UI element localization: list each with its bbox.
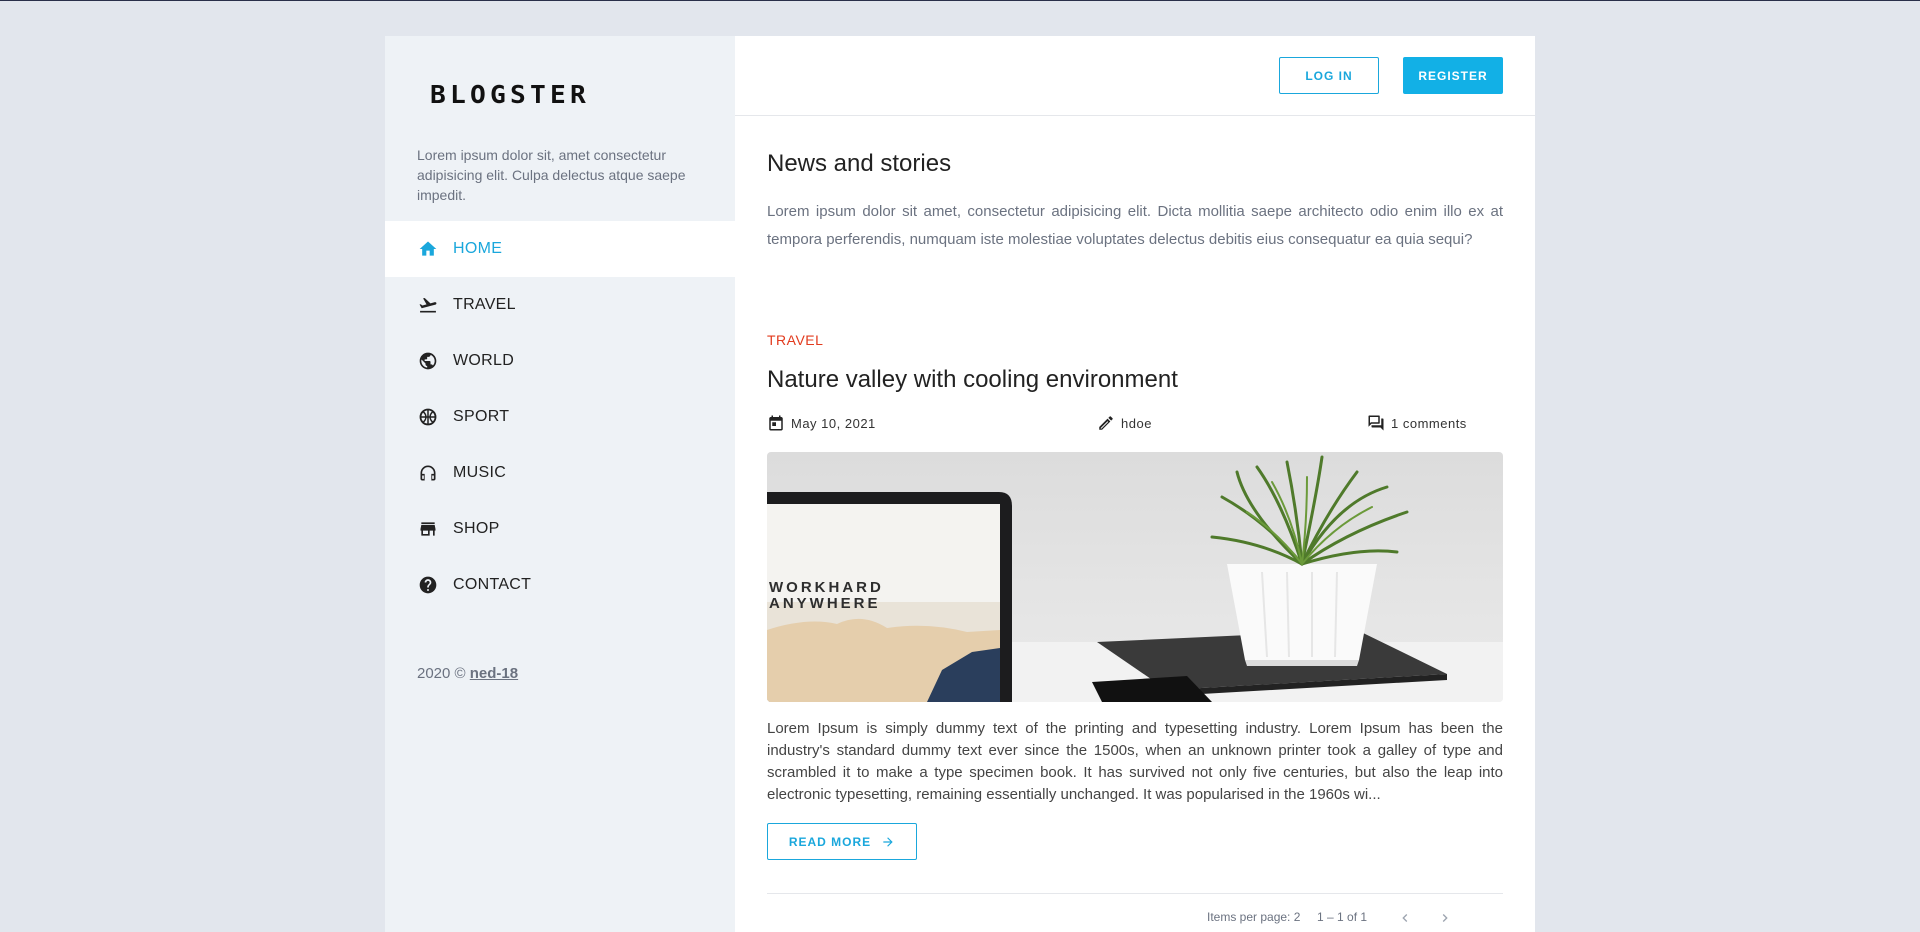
paginator: Items per page: 2 1 – 1 of 1 xyxy=(735,908,1535,928)
previous-page-button[interactable] xyxy=(1395,908,1415,928)
page-title: News and stories xyxy=(767,150,952,177)
headphones-icon xyxy=(417,462,439,484)
sidebar-item-label: MUSIC xyxy=(453,464,507,481)
sidebar-item-label: WORLD xyxy=(453,352,515,369)
image-text-line2: ANYWHERE xyxy=(769,595,881,612)
post-comments: 1 comments xyxy=(1367,412,1467,434)
post-title[interactable]: Nature valley with cooling environment xyxy=(767,366,1178,394)
calendar-icon xyxy=(769,415,783,431)
post-date-text: May 10, 2021 xyxy=(791,415,876,431)
items-per-page[interactable]: Items per page: 2 xyxy=(1207,910,1300,924)
sidebar-item-home[interactable]: HOME xyxy=(385,221,735,277)
sidebar-item-label: SHOP xyxy=(453,520,500,537)
sidebar-item-label: SPORT xyxy=(453,408,510,425)
post-date: May 10, 2021 xyxy=(767,412,876,434)
post-excerpt: Lorem Ipsum is simply dummy text of the … xyxy=(767,720,1503,803)
arrow-right-icon xyxy=(883,836,893,847)
image-text-line1: WORKHARD xyxy=(769,579,884,596)
copyright: 2020 © ned-18 xyxy=(417,665,518,682)
post-comments-text[interactable]: 1 comments xyxy=(1391,416,1467,431)
sidebar-item-label: HOME xyxy=(453,240,503,257)
chevron-left-icon xyxy=(1402,914,1408,922)
workspace-illustration: WORKHARD ANYWHERE xyxy=(767,455,1503,702)
help-icon xyxy=(417,574,439,596)
sidebar-item-shop[interactable]: SHOP xyxy=(385,501,735,557)
app-frame: BLOGSTER Lorem ipsum dolor sit, amet con… xyxy=(385,36,1535,932)
sports-basketball-icon xyxy=(417,406,439,428)
pencil-icon xyxy=(1099,416,1113,430)
forum-icon xyxy=(1368,415,1384,431)
globe-icon xyxy=(417,350,439,372)
sidebar-tagline: Lorem ipsum dolor sit, amet consectetur … xyxy=(417,147,686,203)
register-button[interactable]: REGISTER xyxy=(1403,57,1503,94)
chevron-right-icon xyxy=(1442,914,1448,922)
home-icon xyxy=(417,238,439,260)
read-more-label: READ MORE xyxy=(788,834,872,849)
page-range: 1 – 1 of 1 xyxy=(1317,910,1368,924)
page-intro: Lorem ipsum dolor sit amet, consectetur … xyxy=(767,203,1503,248)
divider xyxy=(767,893,1503,894)
post-author-text[interactable]: hdoe xyxy=(1121,416,1152,431)
sidebar-item-contact[interactable]: CONTACT xyxy=(385,557,735,613)
post-category[interactable]: TRAVEL xyxy=(767,332,823,348)
read-more-button[interactable]: READ MORE xyxy=(767,823,917,860)
author-link[interactable]: ned-18 xyxy=(470,665,518,682)
main-content: LOG IN REGISTER News and stories Lorem i… xyxy=(735,36,1535,932)
top-bar: LOG IN REGISTER xyxy=(735,36,1535,116)
login-button[interactable]: LOG IN xyxy=(1279,57,1379,94)
sidebar-item-world[interactable]: WORLD xyxy=(385,333,735,389)
post-author: hdoe xyxy=(1097,412,1152,434)
sidebar-item-music[interactable]: MUSIC xyxy=(385,445,735,501)
items-per-page-value[interactable]: 2 xyxy=(1294,910,1301,924)
sidebar-nav: HOME TRAVEL WORLD SPORT MUSIC SHOP CONTA… xyxy=(385,221,735,613)
sidebar-item-sport[interactable]: SPORT xyxy=(385,389,735,445)
post-image[interactable]: WORKHARD ANYWHERE xyxy=(767,452,1503,702)
sidebar-item-label: CONTACT xyxy=(453,576,532,593)
logo[interactable]: BLOGSTER xyxy=(430,80,590,109)
sidebar-item-label: TRAVEL xyxy=(453,296,516,313)
next-page-button[interactable] xyxy=(1435,908,1455,928)
store-icon xyxy=(417,518,439,540)
sidebar-item-travel[interactable]: TRAVEL xyxy=(385,277,735,333)
copyright-text: 2020 © xyxy=(417,665,466,682)
sidebar: BLOGSTER Lorem ipsum dolor sit, amet con… xyxy=(385,36,735,932)
items-per-page-label: Items per page: xyxy=(1207,910,1291,924)
flight-takeoff-icon xyxy=(417,294,439,316)
